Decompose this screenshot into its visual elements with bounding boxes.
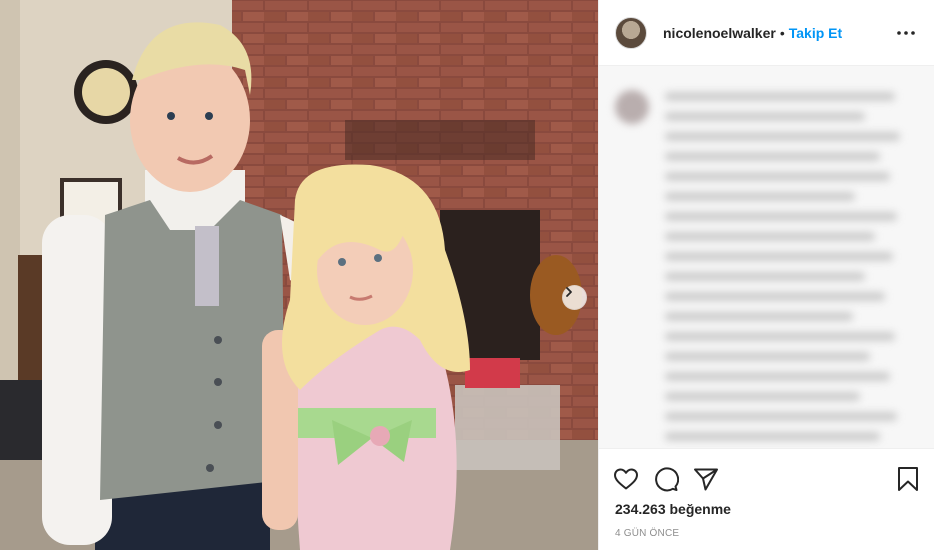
blurred-caption: [609, 86, 919, 446]
carousel-next-button[interactable]: [562, 285, 587, 310]
share-icon: [694, 468, 718, 491]
post-header: nicolenoelwalker • Takip Et: [599, 0, 934, 66]
like-button[interactable]: [613, 466, 639, 492]
follow-button[interactable]: Takip Et: [789, 25, 842, 41]
action-icons-row: [599, 449, 934, 497]
more-options-button[interactable]: [894, 21, 918, 45]
bookmark-icon: [898, 467, 918, 491]
likes-number: 234.263: [615, 501, 666, 517]
comment-icon: [655, 467, 679, 492]
share-button[interactable]: [693, 466, 719, 492]
comments-area-blurred: [599, 66, 934, 448]
avatar[interactable]: [615, 16, 647, 49]
username-link[interactable]: nicolenoelwalker: [663, 25, 776, 41]
heart-icon: [614, 468, 638, 490]
post-actions: 234.263 beğenme 4 GÜN ÖNCE: [599, 448, 934, 550]
likes-label: beğenme: [669, 501, 731, 517]
save-button[interactable]: [895, 466, 921, 492]
post-timestamp[interactable]: 4 GÜN ÖNCE: [599, 517, 934, 539]
chevron-right-icon: [566, 287, 572, 297]
photo-image: [0, 0, 598, 550]
post-side-panel: nicolenoelwalker • Takip Et 234.263 beğe…: [598, 0, 934, 550]
likes-count[interactable]: 234.263 beğenme: [599, 497, 934, 517]
comment-button[interactable]: [653, 466, 679, 492]
more-horizontal-icon: [897, 30, 915, 35]
post-photo[interactable]: [0, 0, 598, 550]
separator-dot: •: [779, 24, 785, 41]
